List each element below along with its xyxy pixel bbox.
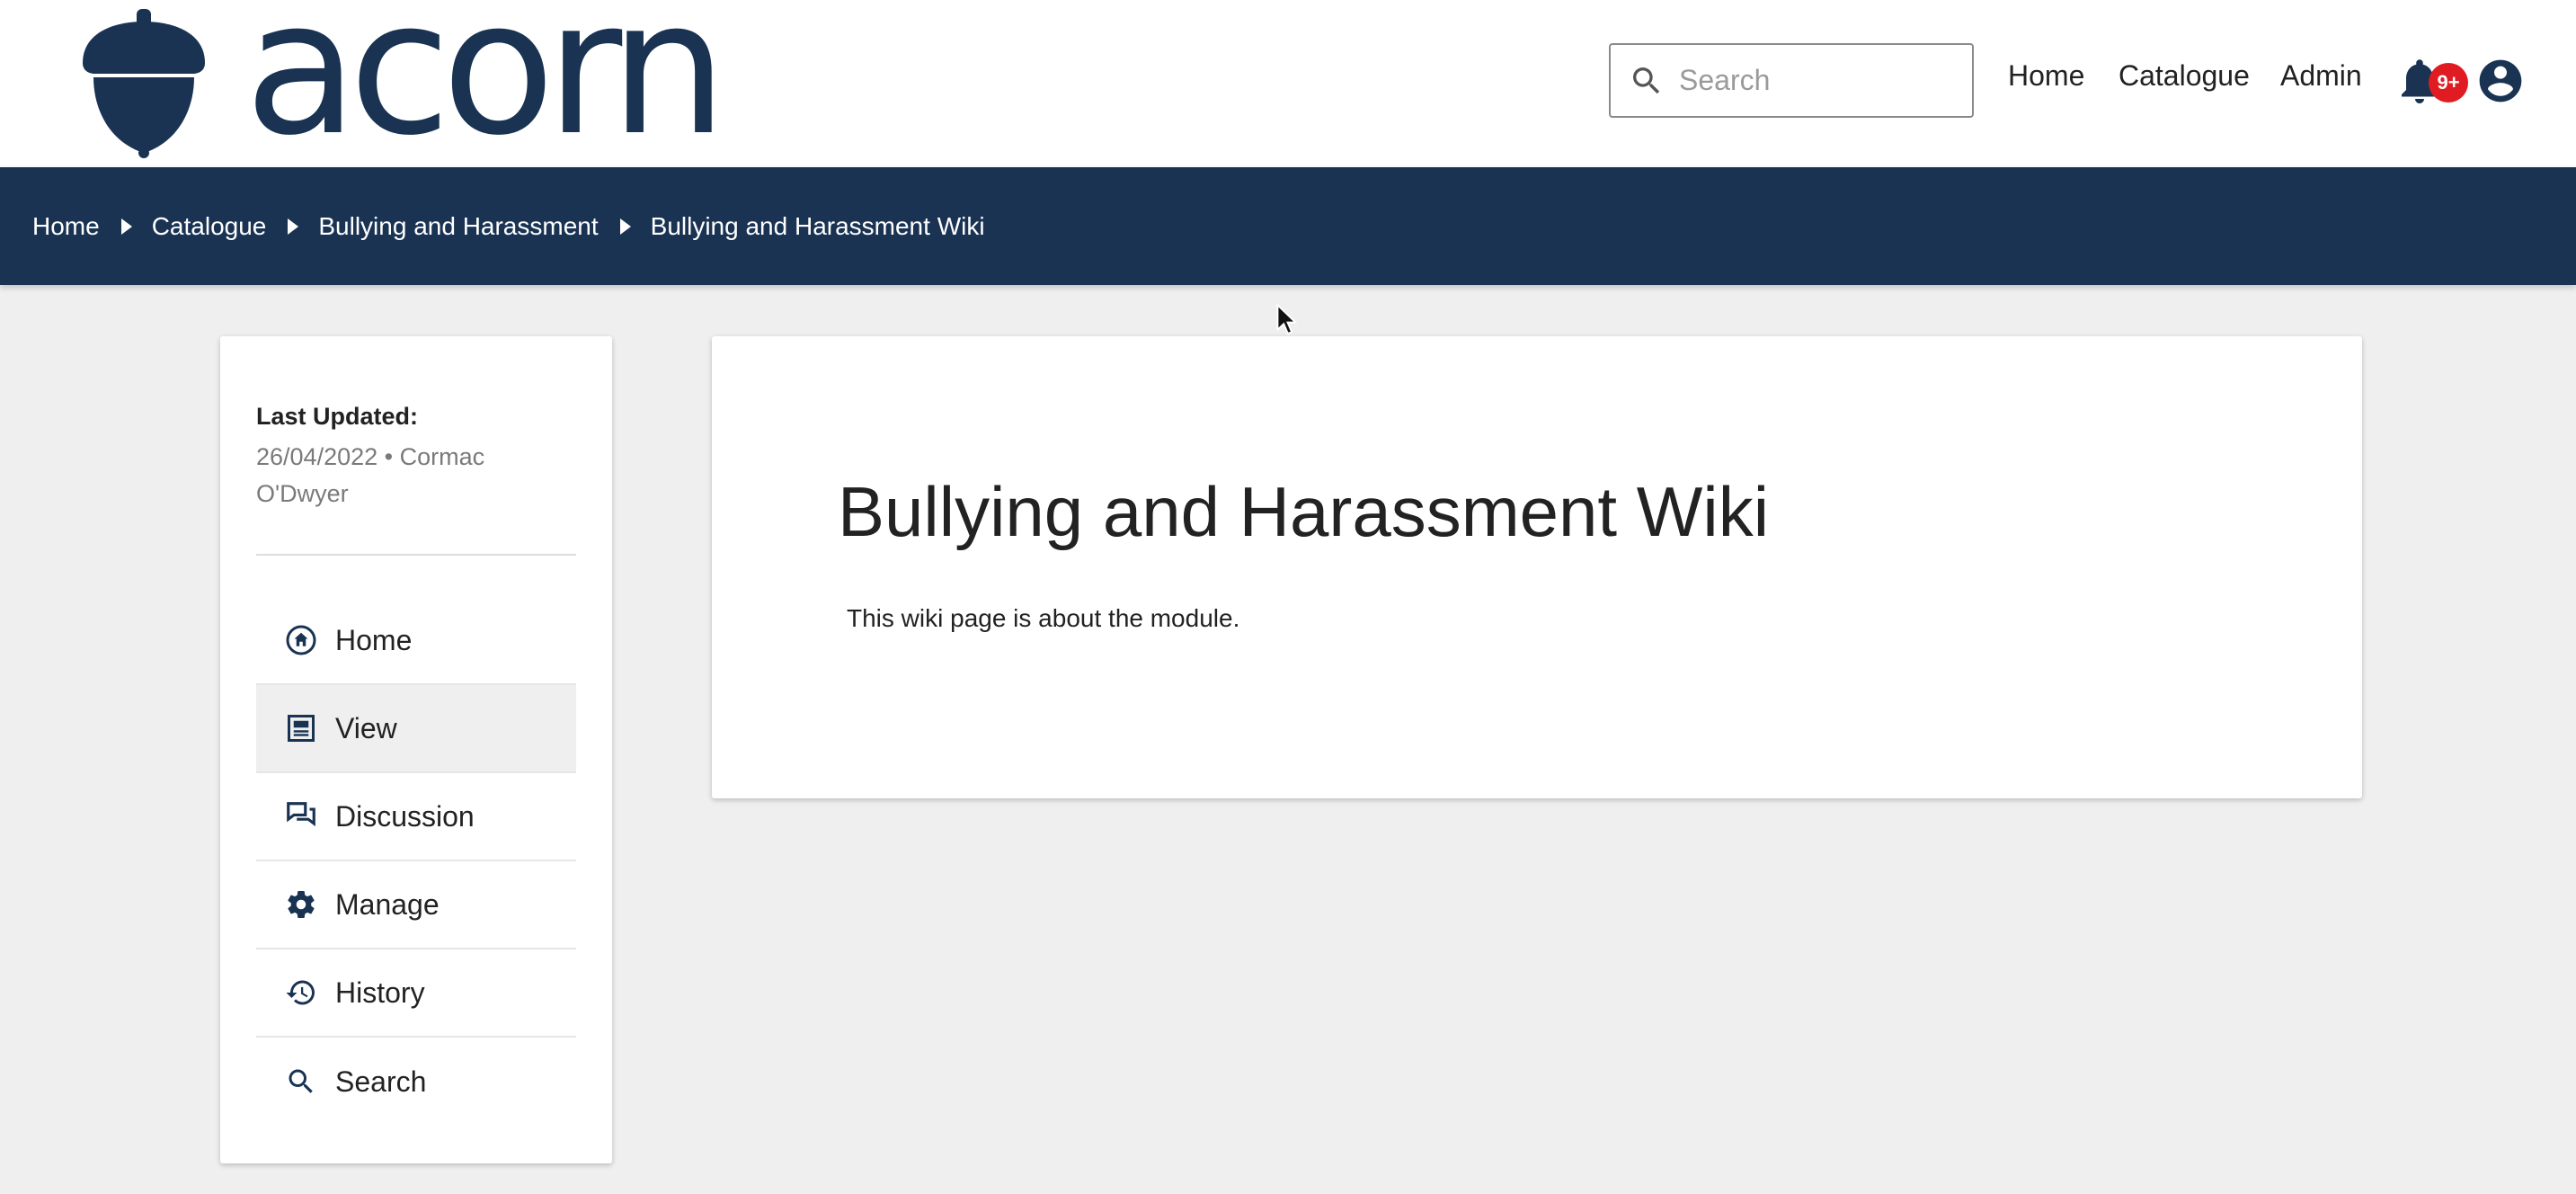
account-circle-icon[interactable] — [2475, 56, 2526, 106]
sidebar-item-discussion[interactable]: Discussion — [256, 773, 576, 861]
sidebar-item-history[interactable]: History — [256, 949, 576, 1038]
sidebar-item-home[interactable]: Home — [256, 597, 576, 685]
last-updated-label: Last Updated: — [256, 403, 419, 430]
sidebar-item-search[interactable]: Search — [256, 1038, 576, 1126]
wiki-content-card: Bullying and Harassment Wiki This wiki p… — [712, 336, 2362, 798]
sidebar-item-label: View — [335, 711, 397, 744]
wiki-sidebar: Last Updated: 26/04/2022 • Cormac O'Dwye… — [220, 336, 612, 1163]
search-icon — [1633, 67, 1660, 94]
breadcrumb: Home Catalogue Bullying and Harassment B… — [0, 167, 2576, 285]
sidebar-item-label: Search — [335, 1065, 427, 1098]
logo-wordmark: acorn — [244, 0, 727, 176]
breadcrumb-separator-icon — [120, 218, 132, 235]
topnav-catalogue-link[interactable]: Catalogue — [2119, 59, 2250, 93]
breadcrumb-catalogue[interactable]: Catalogue — [152, 212, 267, 241]
sidebar-item-label: Home — [335, 623, 413, 656]
sidebar-item-manage[interactable]: Manage — [256, 861, 576, 949]
view-page-icon — [283, 710, 319, 746]
page-title: Bullying and Harassment Wiki — [838, 472, 1770, 551]
breadcrumb-module[interactable]: Bullying and Harassment — [318, 212, 598, 241]
discussion-icon — [283, 798, 319, 834]
top-header: acorn Home Catalogue Admin 9+ — [0, 0, 2576, 167]
sidebar-nav: Home View Discussion Manage History Sear… — [256, 597, 576, 1126]
sidebar-item-label: Manage — [335, 887, 440, 921]
breadcrumb-separator-icon — [619, 218, 631, 235]
gear-icon — [283, 887, 319, 922]
header-search-box[interactable] — [1609, 43, 1974, 118]
sidebar-item-view[interactable]: View — [256, 685, 576, 773]
topnav-home-link[interactable]: Home — [2008, 59, 2084, 93]
sidebar-divider — [256, 554, 576, 556]
notification-badge: 9+ — [2429, 63, 2468, 102]
home-circle-icon — [283, 622, 319, 658]
sidebar-item-label: Discussion — [335, 799, 475, 833]
topnav-admin-link[interactable]: Admin — [2280, 59, 2362, 93]
breadcrumb-home[interactable]: Home — [32, 212, 100, 241]
last-updated-value: 26/04/2022 • Cormac O'Dwyer — [256, 443, 485, 507]
breadcrumb-current-page[interactable]: Bullying and Harassment Wiki — [651, 212, 985, 241]
wiki-body-text: This wiki page is about the module. — [847, 604, 1240, 632]
acorn-icon — [83, 9, 205, 158]
search-icon — [283, 1064, 319, 1100]
acorn-logo[interactable]: acorn — [76, 0, 727, 161]
header-search-input[interactable] — [1677, 63, 1965, 98]
mouse-cursor-icon — [1276, 304, 1298, 335]
breadcrumb-separator-icon — [288, 218, 299, 235]
history-icon — [283, 975, 319, 1011]
sidebar-item-label: History — [335, 976, 425, 1009]
